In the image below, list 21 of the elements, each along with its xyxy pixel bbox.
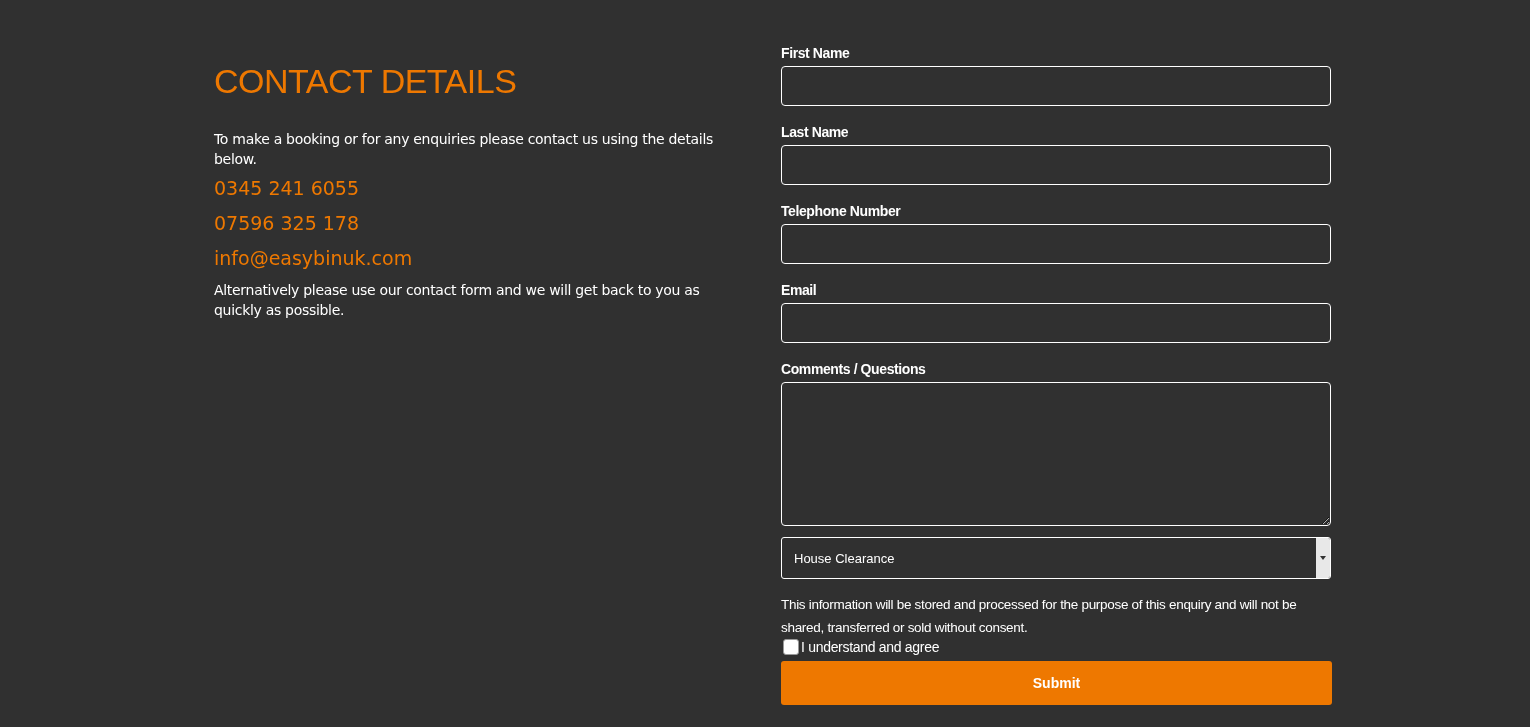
- comments-field[interactable]: [781, 382, 1331, 526]
- intro-text: To make a booking or for any enquiries please contact us using the details below.: [214, 130, 714, 169]
- input-field[interactable]: [781, 303, 1331, 343]
- consent-checkbox[interactable]: [783, 639, 799, 655]
- field-label: Comments / Questions: [781, 360, 926, 378]
- field-label: Email: [781, 281, 817, 299]
- input-field[interactable]: [781, 224, 1331, 264]
- input-field[interactable]: [781, 145, 1331, 185]
- notice-text: This information will be stored and processed for the purpose of this enquiry and will not be shared, transferred or sold without consent.: [781, 596, 1298, 637]
- section-heading: CONTACT DETAILS: [214, 62, 518, 101]
- input-field[interactable]: [781, 66, 1331, 106]
- submit-button[interactable]: Submit: [781, 661, 1332, 705]
- contact-link[interactable]: 0345 241 6055: [214, 175, 360, 201]
- contact-link[interactable]: 07596 325 178: [214, 210, 360, 236]
- field-label: Last Name: [781, 123, 849, 141]
- dropdown[interactable]: House Clearance: [781, 537, 1331, 579]
- outro-text: Alternatively please use our contact form and we will get back to you as quickly as possible.: [214, 281, 701, 320]
- field-label: Telephone Number: [781, 202, 901, 220]
- field-label: First Name: [781, 44, 850, 62]
- contact-link[interactable]: info@easybinuk.com: [214, 245, 413, 271]
- consent-label: I understand and agree: [801, 639, 940, 655]
